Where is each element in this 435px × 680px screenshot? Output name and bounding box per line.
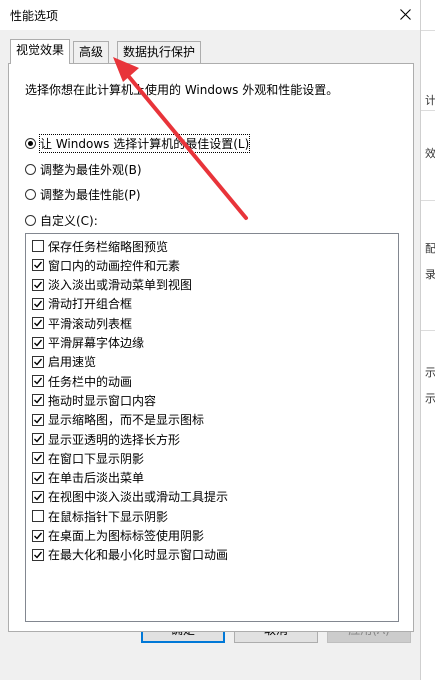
checkbox[interactable]: [32, 471, 44, 484]
list-item[interactable]: 滑动打开组合框: [32, 296, 132, 312]
checkbox[interactable]: [32, 259, 44, 272]
checkmark-icon: [34, 532, 43, 540]
checkmark-icon: [34, 435, 43, 443]
tab-label: 数据执行保护: [123, 45, 196, 59]
checkmark-icon: [34, 551, 43, 559]
radio-best-performance[interactable]: 调整为最佳性能(P): [25, 186, 141, 202]
checkbox[interactable]: [32, 510, 44, 523]
effect-label: 淡入淡出或滑动菜单到视图: [48, 278, 193, 293]
list-item[interactable]: 显示亚透明的选择长方形: [32, 431, 180, 447]
radio-best-appearance[interactable]: 调整为最佳外观(B): [25, 161, 142, 177]
list-item[interactable]: 任务栏中的动画: [32, 373, 132, 389]
close-button[interactable]: [392, 0, 420, 30]
checkbox[interactable]: [32, 240, 44, 252]
list-item[interactable]: 平滑屏幕字体边缘: [32, 335, 144, 351]
checkmark-icon: [34, 358, 43, 366]
background-text: 计大: [425, 94, 435, 107]
effect-label: 拖动时显示窗口内容: [48, 393, 157, 408]
title-bar: 性能选项: [0, 0, 420, 30]
list-item[interactable]: 启用速览: [32, 354, 96, 370]
effect-label: 显示缩略图，而不是显示图标: [48, 413, 205, 428]
effect-label: 在窗口下显示阴影: [48, 451, 145, 466]
effect-label: 滑动打开组合框: [48, 297, 133, 312]
checkbox[interactable]: [32, 394, 44, 407]
effect-label: 平滑滚动列表框: [48, 316, 133, 331]
background-text: 配: [425, 242, 435, 255]
tab-label: 高级: [79, 45, 104, 59]
checkmark-icon: [34, 474, 43, 482]
checkbox[interactable]: [32, 297, 44, 310]
window-title: 性能选项: [10, 9, 59, 23]
checkbox[interactable]: [32, 375, 44, 388]
list-item[interactable]: 淡入淡出或滑动菜单到视图: [32, 277, 192, 293]
list-item[interactable]: 平滑滚动列表框: [32, 315, 132, 331]
list-item[interactable]: 在窗口下显示阴影: [32, 450, 144, 466]
checkmark-icon: [34, 281, 43, 289]
effect-label: 在桌面上为图标标签使用阴影: [48, 529, 205, 543]
list-item[interactable]: 在最大化和最小化时显示窗口动画: [32, 547, 228, 563]
effect-label: 平滑屏幕字体边缘: [48, 336, 145, 350]
list-item[interactable]: 显示缩略图，而不是显示图标: [32, 412, 204, 428]
list-item[interactable]: 拖动时显示窗口内容: [32, 392, 156, 408]
checkmark-icon: [34, 261, 43, 269]
effect-label: 启用速览: [48, 355, 97, 370]
checkbox[interactable]: [32, 490, 44, 503]
checkmark-icon: [34, 493, 43, 501]
background-text: 效: [425, 147, 435, 160]
effect-label: 窗口内的动画控件和元素: [48, 258, 181, 273]
list-item[interactable]: 窗口内的动画控件和元素: [32, 257, 180, 273]
effect-label: 显示亚透明的选择长方形: [48, 432, 181, 447]
checkbox[interactable]: [32, 355, 44, 368]
checkbox[interactable]: [32, 336, 44, 349]
radio-button[interactable]: [25, 188, 36, 200]
radio-custom[interactable]: 自定义(C):: [25, 212, 98, 228]
tab-label: 视觉效果: [16, 43, 65, 57]
checkbox[interactable]: [32, 278, 44, 291]
list-item[interactable]: 在单击后淡出菜单: [32, 470, 144, 486]
list-item[interactable]: 在桌面上为图标标签使用阴影: [32, 528, 204, 544]
background-text: 示: [425, 366, 435, 379]
background-text: 录: [425, 268, 435, 281]
radio-label: 自定义(C):: [40, 213, 98, 228]
tab-advanced[interactable]: 高级: [73, 41, 110, 64]
checkmark-icon: [34, 454, 43, 462]
checkbox[interactable]: [32, 548, 44, 561]
effects-list[interactable]: 保存任务栏缩略图预览 窗口内的动画控件和元素 淡入淡出或滑动菜单到视图 滑动打开组合框…: [25, 233, 399, 622]
radio-label: 调整为最佳外观(B): [40, 162, 142, 177]
checkmark-icon: [34, 319, 43, 327]
checkbox[interactable]: [32, 452, 44, 465]
checkbox[interactable]: [32, 317, 44, 330]
checkbox[interactable]: [32, 413, 44, 426]
radio-button[interactable]: [25, 137, 36, 149]
list-item[interactable]: 在视图中淡入淡出或滑动工具提示: [32, 489, 228, 505]
description-text: 选择你想在此计算机上使用的 Windows 外观和性能设置。: [25, 83, 339, 97]
checkmark-icon: [34, 377, 43, 385]
background-window: 计大 效 配 录 示 示: [420, 0, 435, 680]
visual-effects-panel: 选择你想在此计算机上使用的 Windows 外观和性能设置。 让 Windows…: [8, 63, 414, 632]
close-icon: [400, 9, 411, 20]
effect-label: 在单击后淡出菜单: [48, 471, 145, 486]
effect-label: 保存任务栏缩略图预览: [48, 239, 169, 254]
radio-label: 调整为最佳性能(P): [40, 187, 141, 202]
list-item[interactable]: 在鼠标指针下显示阴影: [32, 508, 168, 524]
effect-label: 在视图中淡入淡出或滑动工具提示: [48, 490, 229, 505]
background-text: 示: [425, 392, 435, 405]
checkmark-icon: [34, 339, 43, 347]
radio-button[interactable]: [25, 214, 36, 226]
effect-label: 任务栏中的动画: [48, 374, 133, 389]
tab-visual-effects[interactable]: 视觉效果: [10, 39, 71, 64]
effect-label: 在最大化和最小化时显示窗口动画: [48, 548, 229, 563]
checkmark-icon: [34, 416, 43, 424]
tab-dep[interactable]: 数据执行保护: [117, 41, 202, 64]
checkbox[interactable]: [32, 529, 44, 542]
radio-label: 让 Windows 选择计算机的最佳设置(L): [38, 133, 251, 153]
radio-let-windows-choose[interactable]: 让 Windows 选择计算机的最佳设置(L): [25, 133, 251, 153]
checkbox[interactable]: [32, 433, 44, 445]
radio-button[interactable]: [25, 163, 36, 175]
list-item[interactable]: 保存任务栏缩略图预览: [32, 238, 168, 254]
checkmark-icon: [34, 300, 43, 308]
effect-label: 在鼠标指针下显示阴影: [48, 509, 169, 524]
checkmark-icon: [34, 396, 43, 404]
